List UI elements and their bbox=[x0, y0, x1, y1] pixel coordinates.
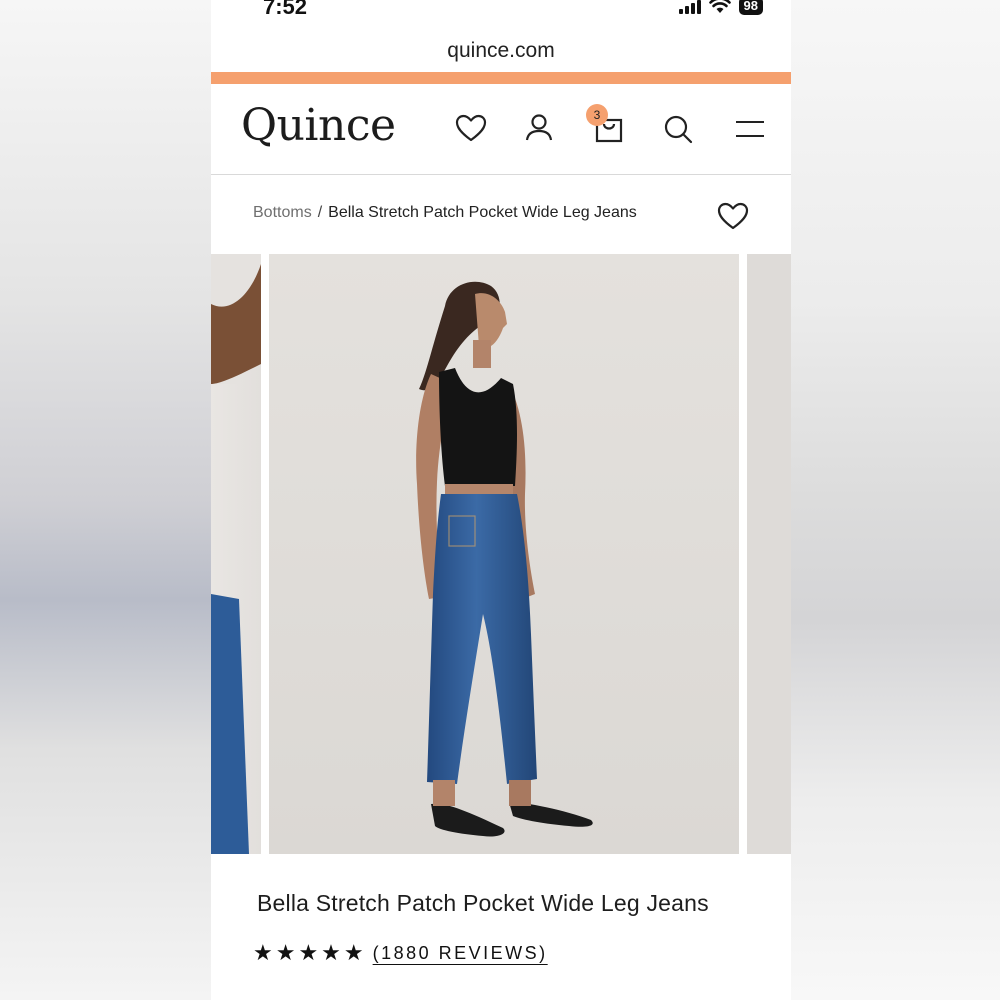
wifi-icon bbox=[708, 0, 731, 13]
battery-indicator: 98 bbox=[738, 0, 763, 15]
cart-count-badge: 3 bbox=[586, 104, 608, 126]
search-icon[interactable] bbox=[661, 112, 695, 146]
phone-screen: 7:52 98 quince.com Quince 3 Bottoms / Be… bbox=[211, 0, 791, 1000]
previous-slide-image bbox=[211, 254, 261, 854]
url-text: quince.com bbox=[447, 39, 555, 62]
reviews-link[interactable]: (1880 REVIEWS) bbox=[373, 943, 548, 964]
breadcrumb-separator: / bbox=[317, 204, 323, 221]
star-rating-icons: ★★★★★ bbox=[253, 940, 367, 965]
product-photo bbox=[269, 254, 739, 854]
brand-logo[interactable]: Quince bbox=[241, 100, 396, 151]
signal-icon bbox=[678, 0, 701, 14]
site-header: Quince 3 bbox=[211, 84, 791, 175]
menu-icon[interactable] bbox=[733, 112, 767, 146]
wishlist-heart-icon[interactable] bbox=[716, 200, 750, 234]
promo-accent-bar bbox=[211, 72, 791, 84]
status-bar: 7:52 98 bbox=[211, 0, 791, 28]
breadcrumb-row: Bottoms / Bella Stretch Patch Pocket Wide … bbox=[211, 176, 791, 254]
status-icons: 98 bbox=[678, 0, 763, 15]
product-image-gallery[interactable] bbox=[211, 254, 791, 854]
status-time: 7:52 bbox=[263, 0, 308, 19]
user-icon[interactable] bbox=[522, 112, 556, 146]
gallery-slide-main[interactable] bbox=[269, 254, 739, 854]
breadcrumb-link-bottoms[interactable]: Bottoms bbox=[253, 204, 312, 221]
gallery-slide-next[interactable] bbox=[747, 254, 791, 854]
breadcrumb-current: Bella Stretch Patch Pocket Wide Leg Jean… bbox=[328, 204, 637, 221]
rating-row: ★★★★★ (1880 REVIEWS) bbox=[253, 940, 548, 966]
product-title: Bella Stretch Patch Pocket Wide Leg Jean… bbox=[257, 890, 709, 916]
breadcrumb: Bottoms / Bella Stretch Patch Pocket Wide … bbox=[253, 204, 637, 222]
gallery-slide-previous[interactable] bbox=[211, 254, 261, 854]
address-bar[interactable]: quince.com bbox=[211, 30, 791, 72]
background-blur-left bbox=[0, 0, 211, 1000]
heart-icon[interactable] bbox=[454, 112, 488, 146]
background-blur-right bbox=[791, 0, 1000, 1000]
